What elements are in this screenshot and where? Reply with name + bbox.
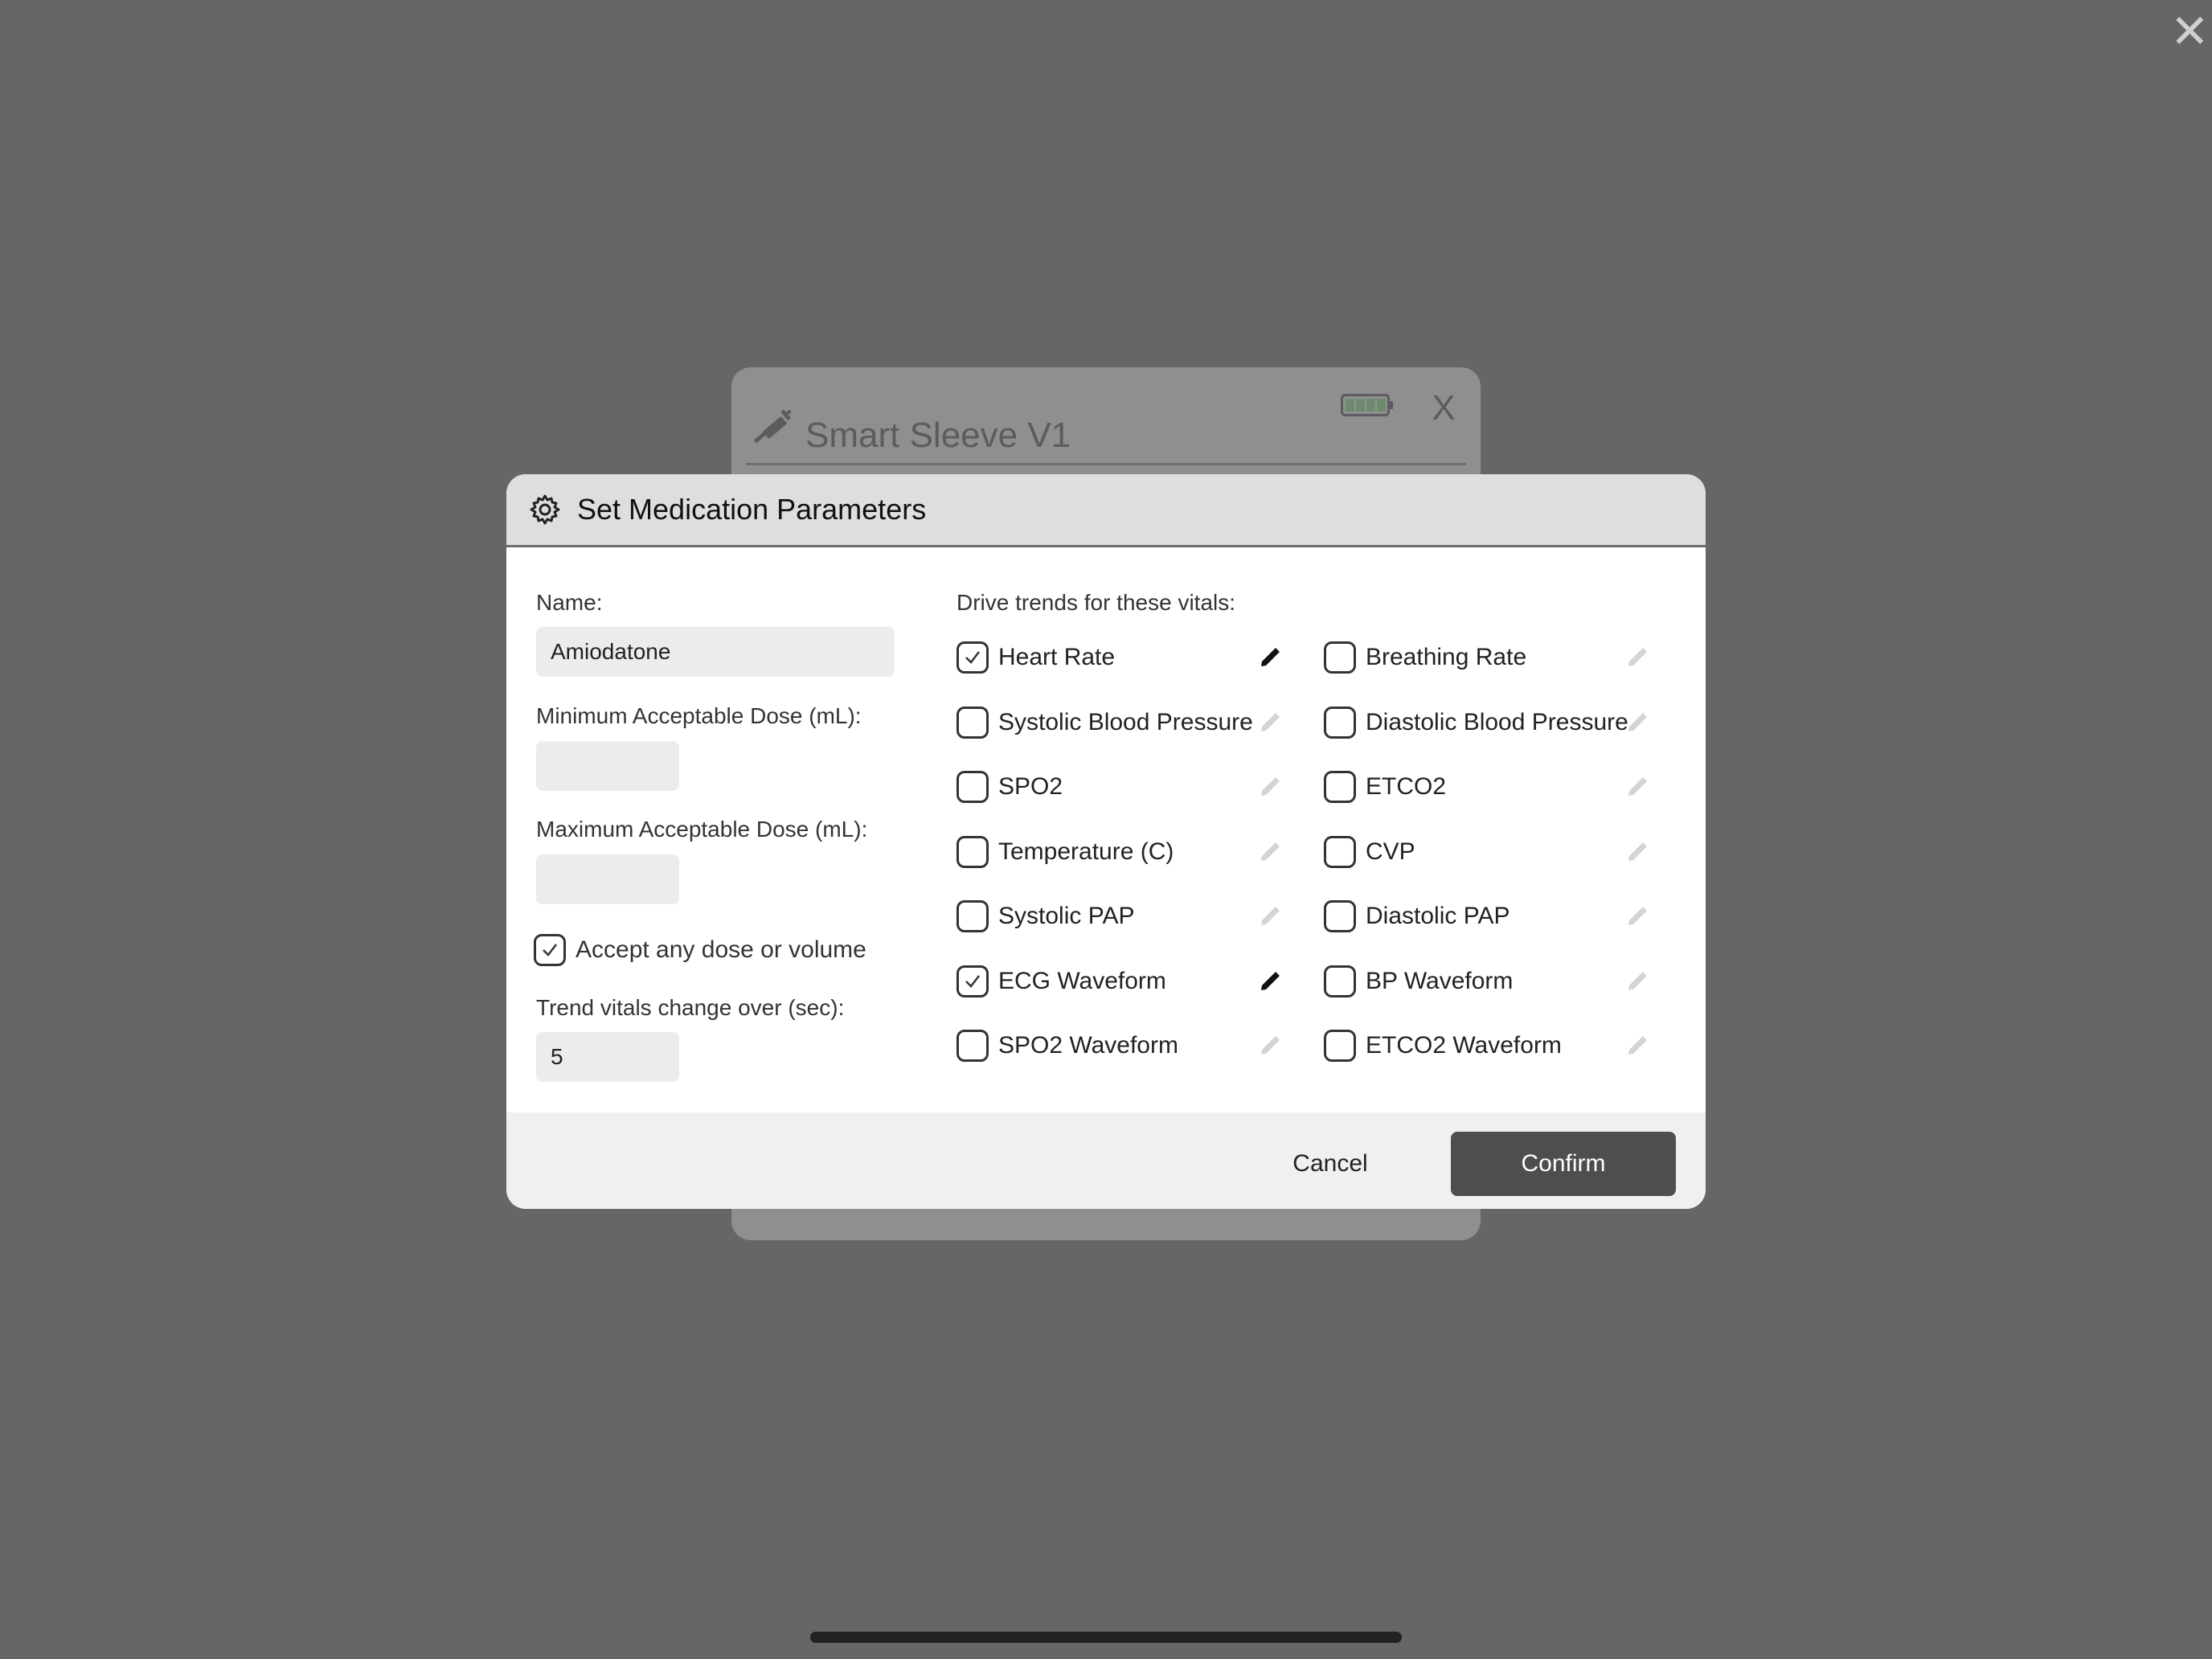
vital-checkbox-heart-rate[interactable]: [956, 641, 989, 674]
vital-checkbox-temperature[interactable]: [956, 836, 989, 868]
home-indicator[interactable]: [810, 1632, 1402, 1643]
cancel-button[interactable]: Cancel: [1262, 1132, 1399, 1196]
vital-label-diastolic-bp: Diastolic Blood Pressure: [1366, 709, 1628, 735]
accept-any-checkbox[interactable]: [534, 934, 566, 966]
smart-sleeve-divider: [746, 463, 1466, 465]
pencil-icon-etco2[interactable]: [1625, 775, 1649, 799]
checkmark-icon: [543, 944, 557, 956]
vital-checkbox-spo2[interactable]: [956, 771, 989, 803]
vital-label-systolic-pap: Systolic PAP: [998, 903, 1135, 929]
pencil-icon-spo2[interactable]: [1258, 775, 1282, 799]
pencil-icon-diastolic-bp[interactable]: [1625, 711, 1649, 735]
set-medication-parameters-dialog: Set Medication Parameters Name: Minimum …: [506, 474, 1706, 1209]
vital-label-heart-rate: Heart Rate: [998, 644, 1116, 670]
accept-any-label: Accept any dose or volume: [576, 936, 866, 963]
vital-label-spo2: SPO2: [998, 773, 1063, 800]
battery-icon: [1341, 394, 1393, 416]
pencil-icon-breathing-rate[interactable]: [1625, 645, 1649, 670]
vital-checkbox-ecg-waveform[interactable]: [956, 965, 989, 997]
trend-duration-label: Trend vitals change over (sec):: [536, 995, 845, 1020]
vitals-heading: Drive trends for these vitals:: [956, 590, 1236, 615]
checkmark-icon: [965, 651, 980, 664]
pencil-icon-systolic-pap[interactable]: [1258, 904, 1282, 928]
pencil-icon-bp-waveform[interactable]: [1625, 969, 1649, 993]
vital-label-breathing-rate: Breathing Rate: [1366, 644, 1527, 670]
vital-label-spo2-waveform: SPO2 Waveform: [998, 1032, 1178, 1059]
pencil-icon-diastolic-pap[interactable]: [1625, 904, 1649, 928]
vital-label-etco2: ETCO2: [1366, 773, 1447, 800]
vital-checkbox-cvp[interactable]: [1324, 836, 1356, 868]
name-label: Name:: [536, 590, 603, 615]
max-dose-label: Maximum Acceptable Dose (mL):: [536, 817, 868, 842]
smart-sleeve-close-button[interactable]: X: [1424, 386, 1463, 431]
syringe-icon: [754, 410, 792, 443]
vital-checkbox-bp-waveform[interactable]: [1324, 965, 1356, 997]
vital-label-bp-waveform: BP Waveform: [1366, 968, 1514, 994]
confirm-button[interactable]: Confirm: [1451, 1132, 1676, 1196]
vital-checkbox-systolic-pap[interactable]: [956, 900, 989, 932]
pencil-icon-heart-rate[interactable]: [1258, 645, 1282, 670]
top-close-icon[interactable]: ✕: [2170, 9, 2210, 55]
trend-duration-input[interactable]: [536, 1032, 679, 1082]
vital-checkbox-etco2[interactable]: [1324, 771, 1356, 803]
vital-checkbox-etco2-waveform[interactable]: [1324, 1030, 1356, 1062]
pencil-icon-etco2-waveform[interactable]: [1625, 1034, 1649, 1058]
dialog-header: Set Medication Parameters: [506, 474, 1706, 547]
vital-label-temperature: Temperature (C): [998, 838, 1174, 865]
pencil-icon-temperature[interactable]: [1258, 840, 1282, 864]
checkmark-icon: [965, 975, 980, 988]
name-input[interactable]: [536, 627, 895, 677]
vital-label-diastolic-pap: Diastolic PAP: [1366, 903, 1510, 929]
vital-label-ecg-waveform: ECG Waveform: [998, 968, 1166, 994]
gear-icon: [530, 494, 560, 525]
vital-checkbox-breathing-rate[interactable]: [1324, 641, 1356, 674]
vital-label-systolic-bp: Systolic Blood Pressure: [998, 709, 1253, 735]
pencil-icon-cvp[interactable]: [1625, 840, 1649, 864]
dialog-title: Set Medication Parameters: [577, 493, 927, 526]
smart-sleeve-title: Smart Sleeve V1: [805, 416, 1071, 455]
vital-checkbox-diastolic-pap[interactable]: [1324, 900, 1356, 932]
dialog-footer: Cancel Confirm: [506, 1112, 1706, 1209]
vital-checkbox-spo2-waveform[interactable]: [956, 1030, 989, 1062]
vital-checkbox-systolic-bp[interactable]: [956, 707, 989, 739]
vital-label-cvp: CVP: [1366, 838, 1415, 865]
max-dose-input[interactable]: [536, 854, 679, 904]
vital-label-etco2-waveform: ETCO2 Waveform: [1366, 1032, 1562, 1059]
pencil-icon-ecg-waveform[interactable]: [1258, 969, 1282, 993]
min-dose-input[interactable]: [536, 741, 679, 791]
vital-checkbox-diastolic-bp[interactable]: [1324, 707, 1356, 739]
pencil-icon-systolic-bp[interactable]: [1258, 711, 1282, 735]
pencil-icon-spo2-waveform[interactable]: [1258, 1034, 1282, 1058]
min-dose-label: Minimum Acceptable Dose (mL):: [536, 703, 862, 728]
